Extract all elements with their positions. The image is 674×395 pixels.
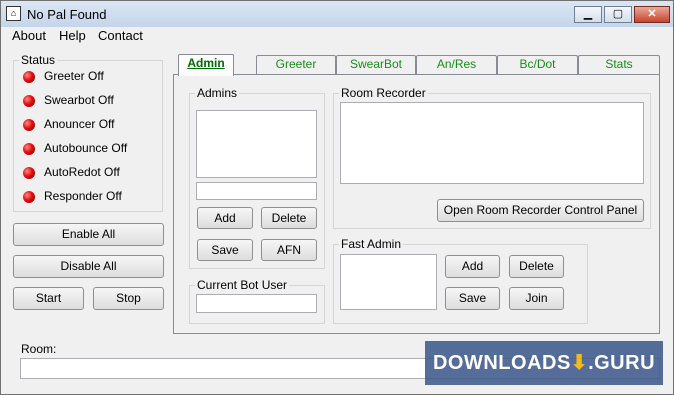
close-button[interactable]: ✕ [634,6,670,23]
room-recorder-label: Room Recorder [339,86,428,100]
menu-contact[interactable]: Contact [97,28,144,43]
downloads-guru-watermark: DOWNLOADS⬇.GURU [425,341,663,385]
admin-name-input[interactable] [196,182,317,200]
current-bot-user-field[interactable] [196,294,317,313]
fast-admin-label: Fast Admin [339,237,404,251]
minimize-button[interactable]: ▁ [574,6,602,23]
current-bot-user-label: Current Bot User [195,278,290,292]
title-bar: ⌂ No Pal Found ▁ ▢ ✕ [1,1,673,27]
status-led-icon [23,143,35,155]
download-arrow-icon: ⬇ [570,352,589,374]
menu-bar: About Help Contact [1,27,673,46]
window-title: No Pal Found [27,7,107,22]
status-led-icon [23,191,35,203]
tab-bcdot[interactable]: Bc/Dot [497,55,578,74]
tab-admin[interactable]: Admin [178,54,234,76]
afn-button[interactable]: AFN [261,239,317,261]
fast-admin-add-button[interactable]: Add [445,255,500,278]
enable-all-button[interactable]: Enable All [13,223,164,246]
fast-admin-list[interactable] [340,254,437,310]
maximize-icon: ▢ [612,8,624,20]
admin-add-button[interactable]: Add [197,207,253,229]
start-button[interactable]: Start [13,287,84,310]
status-led-icon [23,71,35,83]
room-label: Room: [21,342,57,356]
close-icon: ✕ [647,8,657,20]
status-group-label: Status [19,53,58,67]
tab-greeter[interactable]: Greeter [256,55,336,74]
minimize-icon: ▁ [583,8,593,20]
admin-save-button[interactable]: Save [197,239,253,261]
admins-group-label: Admins [195,86,240,100]
tab-stats[interactable]: Stats [578,55,660,74]
menu-about[interactable]: About [11,28,47,43]
tab-swearbot[interactable]: SwearBot [336,55,416,74]
tab-anres[interactable]: An/Res [416,55,497,74]
open-room-recorder-button[interactable]: Open Room Recorder Control Panel [437,199,644,222]
room-recorder-log[interactable] [340,102,644,184]
stop-button[interactable]: Stop [93,287,164,310]
fast-admin-save-button[interactable]: Save [445,287,500,310]
menu-help[interactable]: Help [58,28,87,43]
maximize-button[interactable]: ▢ [604,6,632,23]
status-led-icon [23,167,35,179]
status-led-icon [23,95,35,107]
fast-admin-join-button[interactable]: Join [509,287,564,310]
admins-list[interactable] [196,110,317,178]
app-window: ⌂ No Pal Found ▁ ▢ ✕ About Help Contact … [0,0,674,395]
admin-delete-button[interactable]: Delete [261,207,317,229]
disable-all-button[interactable]: Disable All [13,255,164,278]
status-led-icon [23,119,35,131]
fast-admin-delete-button[interactable]: Delete [509,255,564,278]
palace-app-icon[interactable]: ⌂ [6,6,21,21]
